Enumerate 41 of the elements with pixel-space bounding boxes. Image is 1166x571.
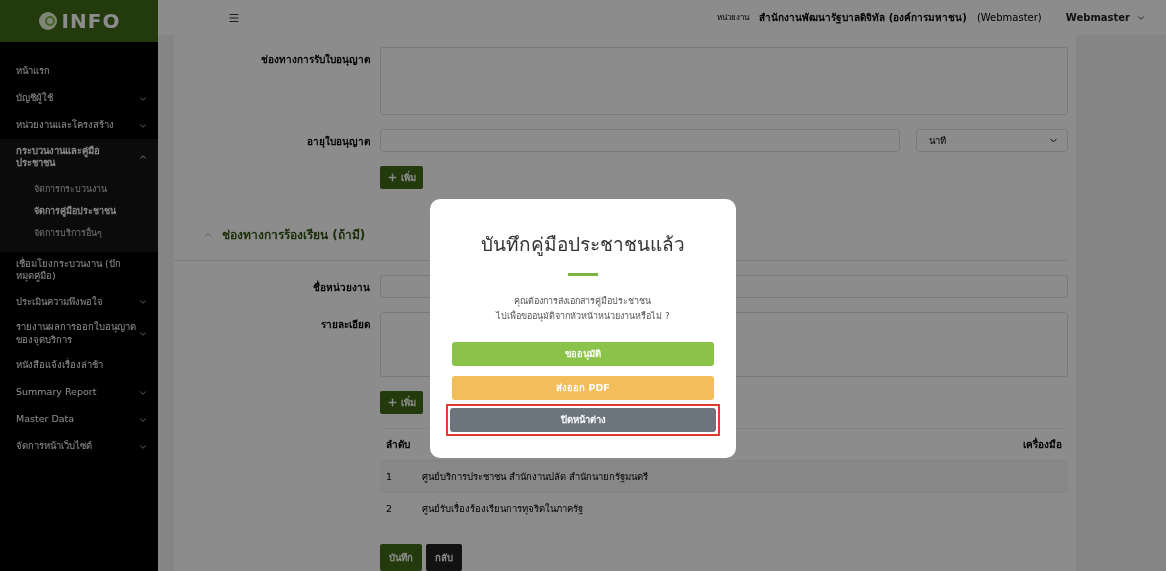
add-button[interactable]: เพิ่ม bbox=[380, 391, 423, 414]
table-cell-text: 2 bbox=[386, 503, 394, 514]
table-cell-text: ศูนย์บริการประชาชน สำนักงานปลัด สำนักนายกรัฐมนตรี bbox=[422, 470, 650, 484]
logo-icon bbox=[37, 11, 60, 31]
sidebar-item[interactable]: Master Data bbox=[0, 406, 158, 434]
table-cell-text: ศูนย์รับเรื่องร้องเรียนการทุจริตในภาครัฐ bbox=[422, 501, 584, 516]
modal-message: คุณต้องการส่งเอกสารคู่มือประชาชน ไปเพื่อขออนุมัติจากหัวหน้าหน่วยงานหรือไม่ ? bbox=[496, 295, 670, 324]
field-label: ชื่อหน่วยงาน bbox=[312, 279, 370, 295]
unit-select[interactable]: นาที bbox=[916, 129, 1068, 152]
column-header: เครื่องมือ bbox=[1022, 437, 1062, 452]
field-label: รายละเอียด bbox=[320, 318, 370, 332]
menu-icon[interactable] bbox=[228, 11, 240, 24]
plus-icon bbox=[387, 172, 398, 183]
sidebar-item[interactable]: ประเมินความพึงพอใจ bbox=[0, 288, 158, 316]
modal-title: บันทึกคู่มือประชาชนแล้ว bbox=[481, 232, 685, 258]
sidebar-subitem[interactable]: จัดการคู่มือประชาชน bbox=[0, 199, 158, 222]
sidebar-item[interactable]: กระบวนงานและคู่มือประชาชน bbox=[0, 139, 158, 176]
save-button[interactable]: บันทึก bbox=[380, 544, 422, 571]
unit-label: หน่วยงาน bbox=[717, 12, 750, 24]
column-header: ลำดับ bbox=[386, 438, 411, 452]
plus-icon bbox=[387, 397, 398, 408]
user-menu[interactable]: Webmaster bbox=[1065, 12, 1146, 23]
sidebar-subitem[interactable]: จัดการกระบวนงาน bbox=[0, 177, 158, 200]
back-button[interactable]: กลับ bbox=[426, 544, 462, 571]
sidebar-item[interactable]: หน้าแรก bbox=[0, 58, 158, 85]
sidebar-item[interactable]: บัญชีผู้ใช้ bbox=[0, 85, 158, 112]
sidebar-subitem[interactable]: จัดการบริการอื่นๆ bbox=[0, 221, 158, 244]
sidebar-item[interactable]: รายงานผลการออกใบอนุญาตของจุดบริการ bbox=[0, 315, 158, 353]
sidebar-item[interactable]: Summary Report bbox=[0, 379, 158, 407]
role-text: (Webmaster) bbox=[976, 12, 1042, 23]
field-label: ช่องทางการรับใบอนุญาต bbox=[260, 52, 370, 67]
logo-text: INFO bbox=[61, 9, 121, 33]
sidebar-item[interactable]: หน่วยงานและโครงสร้าง bbox=[0, 112, 158, 139]
sidebar-item[interactable]: จัดการหน้าเว็บไซต์ bbox=[0, 433, 158, 461]
table-cell-text: 1 bbox=[386, 471, 394, 482]
sidebar-item[interactable]: หนังสือแจ้งเรื่องล่าช้า bbox=[0, 352, 158, 380]
title-underline bbox=[568, 273, 598, 276]
close-window-button[interactable]: ปิดหน้าต่าง bbox=[450, 407, 716, 432]
field-label: อายุใบอนุญาต bbox=[306, 134, 370, 149]
unit-name: สำนักงานพัฒนารัฐบาลดิจิทัล (องค์การมหาชน) bbox=[759, 11, 967, 25]
add-button[interactable]: เพิ่ม bbox=[380, 166, 423, 189]
